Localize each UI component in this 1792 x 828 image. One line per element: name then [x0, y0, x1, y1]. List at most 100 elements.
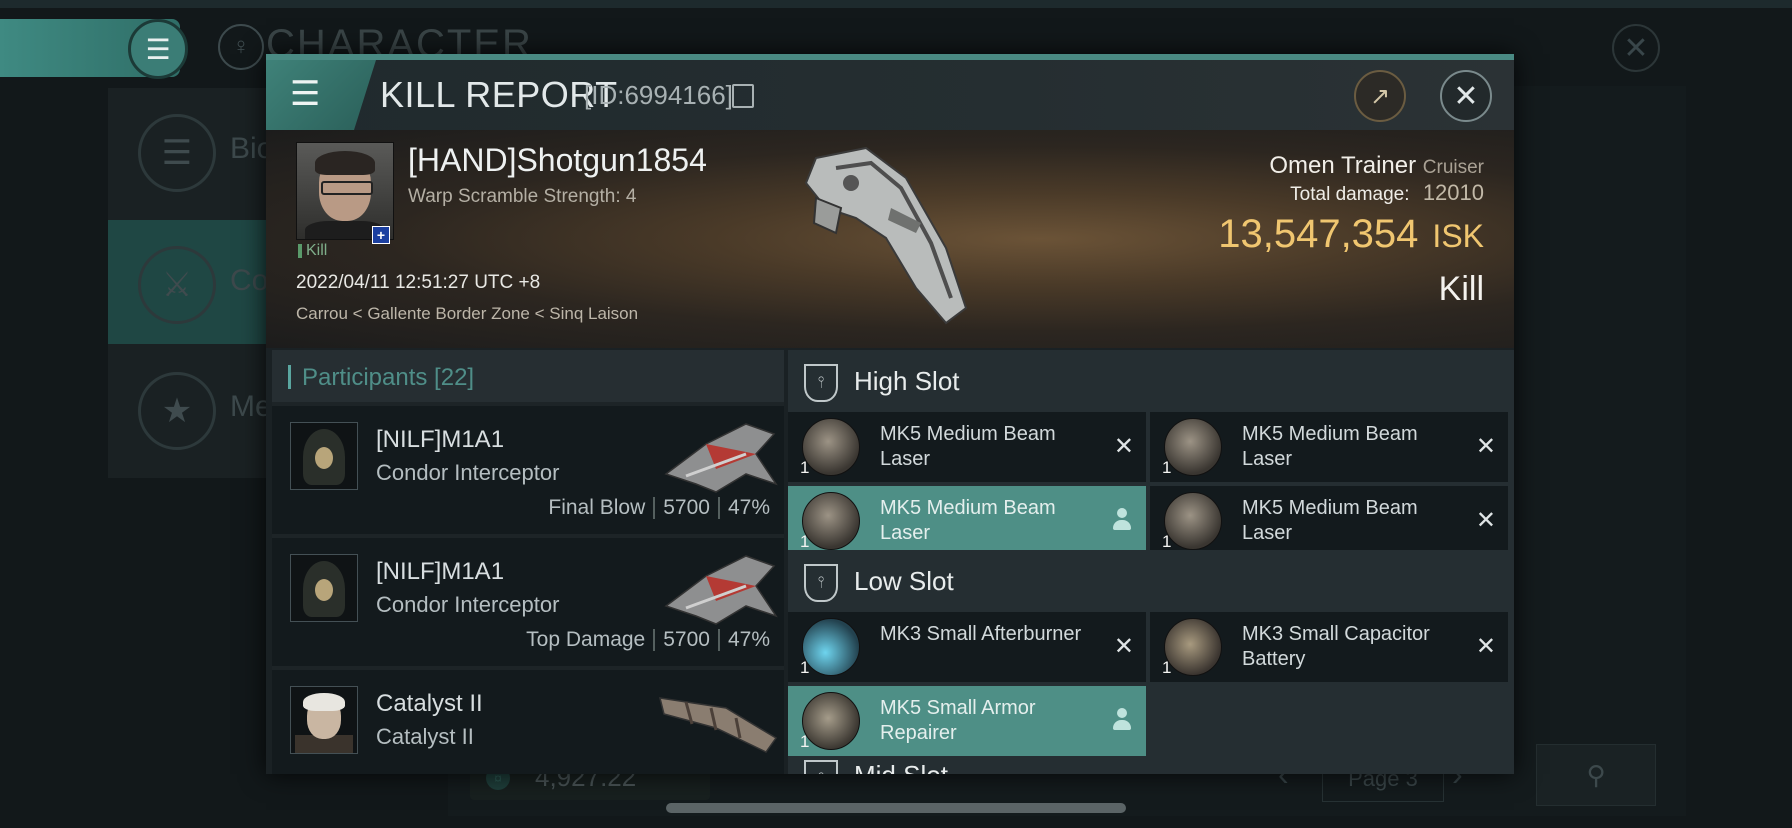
isk-amount: 13,547,354: [1218, 212, 1419, 256]
kill-tag: Kill: [306, 242, 328, 259]
character-icon: ♀: [218, 24, 264, 70]
module-name: MK5 Medium Beam Laser: [880, 423, 1056, 470]
low-slot-icon: ⫯: [804, 564, 838, 602]
ship-name[interactable]: Omen Trainer: [1269, 152, 1416, 179]
module-item[interactable]: 1 MK5 Medium Beam Laser ✕: [1150, 486, 1508, 556]
separator: [653, 629, 656, 652]
module-name: MK3 Small Capacitor Battery: [1242, 623, 1430, 670]
character-close-button[interactable]: ✕: [1612, 24, 1660, 72]
beam-laser-icon: [1164, 492, 1222, 550]
module-qty: 1: [1162, 532, 1172, 551]
participant-avatar[interactable]: [290, 422, 358, 490]
separator: [717, 629, 720, 652]
list-icon: ☰: [138, 114, 216, 192]
participant-row[interactable]: Catalyst II Catalyst II: [272, 670, 784, 774]
victim-ship-type: Omen Trainer Cruiser: [1269, 152, 1484, 180]
module-name: MK5 Small Armor Repairer: [880, 697, 1036, 744]
destroyed-icon: ✕: [1475, 507, 1496, 534]
fittings-panel: ⫯ High Slot 1 MK5 Medium Beam Laser ✕ 1 …: [788, 350, 1514, 774]
participant-stats: Final Blow 5700 47%: [548, 496, 770, 520]
beam-laser-icon: [802, 492, 860, 550]
module-name: MK5 Medium Beam Laser: [1242, 423, 1418, 470]
empty-slot: [1150, 686, 1508, 756]
high-slot-label: High Slot: [854, 366, 960, 396]
dialog-title: KILL REPORT: [380, 74, 618, 115]
module-item[interactable]: 1 MK5 Small Armor Repairer: [788, 686, 1146, 756]
person-icon: [1112, 708, 1132, 732]
module-name: MK5 Medium Beam Laser: [1242, 497, 1418, 544]
mid-slot-icon: ⫯: [804, 760, 838, 774]
participant-ship: Condor Interceptor: [376, 460, 560, 485]
participant-stats: Top Damage 5700 47%: [526, 628, 770, 652]
menu-icon: ☰: [290, 75, 321, 113]
participant-damage: 5700: [663, 496, 710, 519]
module-item[interactable]: 1 MK5 Medium Beam Laser: [788, 486, 1146, 556]
destroyed-icon: ✕: [1113, 433, 1134, 460]
participant-percent: 47%: [727, 496, 770, 519]
high-slot-icon: ⫯: [804, 364, 838, 402]
participants-header: Participants [22]: [272, 350, 784, 402]
kill-datetime: 2022/04/11 12:51:27 UTC +8: [296, 272, 541, 293]
afterburner-icon: [802, 618, 860, 676]
destroyed-icon: ✕: [1475, 633, 1496, 660]
close-icon: ✕: [1453, 79, 1479, 113]
participant-ship-image: [658, 697, 778, 753]
module-qty: 1: [800, 458, 810, 477]
participant-row[interactable]: [NILF]M1A1 Condor Interceptor Final Blow…: [272, 406, 784, 538]
separator: [717, 497, 720, 520]
isk-value: 13,547,354 ISK: [1218, 212, 1484, 257]
module-item[interactable]: 1 MK3 Small Capacitor Battery ✕: [1150, 612, 1508, 682]
separator: [653, 497, 656, 520]
victim-banner: + [HAND]Shotgun1854 Warp Scramble Streng…: [266, 130, 1514, 348]
star-icon: ★: [138, 372, 216, 450]
victim-name[interactable]: [HAND]Shotgun1854: [408, 142, 707, 179]
portrait-glasses: [321, 181, 373, 195]
total-damage: Total damage: 12010: [1290, 180, 1484, 206]
mid-slot-label: Mid Slot: [854, 760, 948, 774]
participant-tag: Top Damage: [526, 628, 646, 651]
kill-tag-bar: [298, 244, 302, 258]
filter-button[interactable]: ⚲: [1536, 744, 1656, 806]
beam-laser-icon: [802, 418, 860, 476]
victim-ship-image: [804, 146, 968, 325]
share-button[interactable]: ↗: [1354, 70, 1406, 122]
participant-ship-image: [664, 423, 778, 493]
capacitor-battery-icon: [1164, 618, 1222, 676]
low-slot-label: Low Slot: [854, 566, 954, 596]
main-menu-button[interactable]: ☰: [128, 19, 188, 79]
module-item[interactable]: 1 MK5 Medium Beam Laser ✕: [1150, 412, 1508, 482]
copy-icon[interactable]: [732, 84, 754, 108]
isk-unit: ISK: [1432, 218, 1484, 254]
mask-shape: [315, 447, 333, 469]
dialog-close-button[interactable]: ✕: [1440, 70, 1492, 122]
participant-tag: Final Blow: [548, 496, 646, 519]
participant-ship: Catalyst II: [376, 724, 474, 749]
module-item[interactable]: 1 MK5 Medium Beam Laser ✕: [788, 412, 1146, 482]
participant-name: [NILF]M1A1: [376, 426, 505, 453]
module-item[interactable]: 1 MK3 Small Afterburner ✕: [788, 612, 1146, 682]
low-slot-header: ⫯ Low Slot: [788, 550, 1514, 612]
portrait-hair: [303, 693, 345, 711]
kill-location[interactable]: Carrou < Gallente Border Zone < Sinq Lai…: [296, 304, 638, 324]
menu-icon: ☰: [145, 33, 171, 65]
armor-repairer-icon: [802, 692, 860, 750]
participant-ship-image: [664, 555, 778, 625]
kill-result: Kill: [1438, 270, 1484, 308]
participant-avatar[interactable]: [290, 686, 358, 754]
participant-percent: 47%: [727, 628, 770, 651]
module-qty: 1: [800, 658, 810, 677]
filter-icon: ⚲: [1586, 759, 1606, 790]
module-name: MK3 Small Afterburner: [880, 623, 1082, 645]
horizontal-scrollbar[interactable]: [666, 803, 1126, 813]
participant-avatar[interactable]: [290, 554, 358, 622]
header-accent: [288, 365, 291, 389]
top-status-bar: [0, 0, 1792, 8]
warp-scramble-strength: Warp Scramble Strength: 4: [408, 186, 637, 207]
kill-id: [ID:6994166]: [584, 80, 733, 110]
add-contact-icon[interactable]: +: [372, 226, 390, 244]
external-link-icon: ↗: [1369, 82, 1391, 110]
high-slot-header: ⫯ High Slot: [788, 350, 1514, 412]
participant-row[interactable]: [NILF]M1A1 Condor Interceptor Top Damage…: [272, 538, 784, 670]
beam-laser-icon: [1164, 418, 1222, 476]
destroyed-icon: ✕: [1113, 633, 1134, 660]
